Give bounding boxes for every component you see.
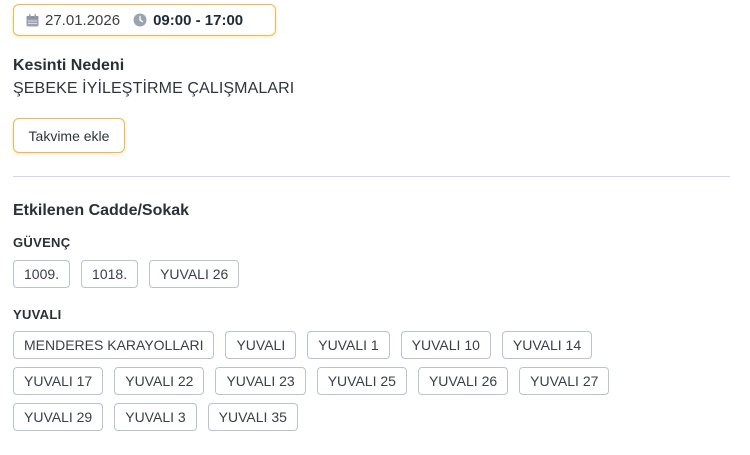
street-chip: YUVALI 29 <box>13 403 104 431</box>
add-to-calendar-button[interactable]: Takvime ekle <box>13 118 125 153</box>
street-chip: YUVALI 35 <box>207 403 298 431</box>
cause-title: Kesinti Nedeni <box>13 57 125 74</box>
street-chip: YUVALI 3 <box>114 403 197 431</box>
street-chip-row: 1009. 1018. YUVALI 26 <box>13 260 250 288</box>
street-chip: YUVALI 22 <box>114 367 205 395</box>
affected-streets-title: Etkilenen Cadde/Sokak <box>13 202 190 219</box>
outage-time: 09:00 - 17:00 <box>153 11 244 29</box>
street-chip-row: YUVALI 17 YUVALI 22 YUVALI 23 YUVALI 25 … <box>13 367 620 395</box>
cause-value: ŞEBEKE İYİLEŞTİRME ÇALIŞMALARI <box>13 80 295 97</box>
street-chip: YUVALI 27 <box>519 367 610 395</box>
street-chip: YUVALI 14 <box>501 331 593 359</box>
date-time-box: 27.01.2026 09:00 - 17:00 <box>13 4 276 36</box>
street-chip: YUVALI <box>225 331 297 359</box>
district-name: GÜVENÇ <box>13 235 71 250</box>
street-chip: YUVALI 25 <box>316 367 407 395</box>
street-chip: MENDERES KARAYOLLARI <box>13 331 215 359</box>
clock-icon <box>133 13 147 27</box>
street-chip: YUVALI 17 <box>13 367 104 395</box>
street-chip-row: MENDERES KARAYOLLARI YUVALI YUVALI 1 YUV… <box>13 331 603 359</box>
street-chip: 1018. <box>81 260 139 288</box>
street-chip: 1009. <box>13 260 71 288</box>
calendar-icon <box>26 13 39 27</box>
street-chip: YUVALI 10 <box>400 331 491 359</box>
street-chip-row: YUVALI 29 YUVALI 3 YUVALI 35 <box>13 403 309 431</box>
street-chip: YUVALI 26 <box>417 367 509 395</box>
street-chip: YUVALI 23 <box>215 367 306 395</box>
district-name: YUVALI <box>13 307 62 322</box>
street-chip: YUVALI 26 <box>149 260 240 288</box>
divider <box>13 176 730 177</box>
street-chip: YUVALI 1 <box>307 331 390 359</box>
outage-date: 27.01.2026 <box>45 11 121 29</box>
